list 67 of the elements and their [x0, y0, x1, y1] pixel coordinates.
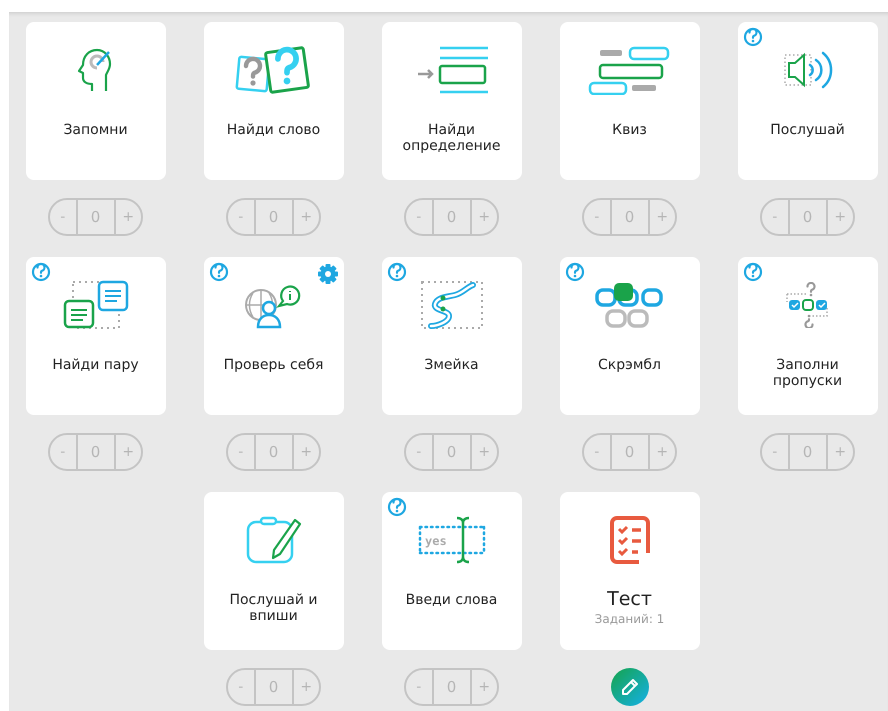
plus-button[interactable]: + — [472, 670, 497, 704]
plus-button[interactable]: + — [116, 435, 141, 469]
help-icon[interactable] — [30, 262, 50, 282]
plus-button[interactable]: + — [472, 200, 497, 234]
card-title: Заполни пропуски — [772, 357, 844, 389]
plus-button[interactable]: + — [650, 435, 675, 469]
minus-button[interactable]: - — [406, 435, 432, 469]
plus-button[interactable]: + — [828, 200, 853, 234]
quiz-blocks-icon — [588, 45, 672, 95]
help-icon[interactable] — [386, 497, 406, 517]
card-title: Найди определение — [402, 122, 502, 154]
activity-card[interactable]: Тест Заданий: 1 — [560, 492, 700, 650]
activity-card[interactable]: Послушай и впиши — [204, 492, 344, 650]
minus-button[interactable]: - — [50, 200, 76, 234]
minus-button[interactable]: - — [50, 435, 76, 469]
minus-button[interactable]: - — [584, 435, 610, 469]
card-title: Послушай и впиши — [228, 592, 319, 624]
card-title: Квиз — [612, 122, 647, 138]
tablet-pen-icon — [244, 515, 302, 565]
card-title: Запомни — [63, 122, 128, 138]
plus-button[interactable]: + — [294, 670, 319, 704]
activity-card[interactable]: yes Введи слова — [382, 492, 522, 650]
activity-card[interactable]: Найди пару — [26, 257, 166, 415]
help-icon[interactable] — [742, 27, 762, 47]
minus-button[interactable]: - — [228, 435, 254, 469]
plus-button[interactable]: + — [116, 200, 141, 234]
speaker-icon — [782, 49, 832, 91]
card-title: Найди пару — [52, 357, 139, 373]
help-icon[interactable] — [564, 262, 584, 282]
activity-card[interactable]: Найди слово — [204, 22, 344, 180]
activity-card[interactable]: Послушай — [738, 22, 878, 180]
card-title: Послушай — [770, 122, 845, 138]
card-title: Змейка — [424, 357, 479, 373]
activity-card[interactable]: Заполни пропуски — [738, 257, 878, 415]
minus-button[interactable]: - — [762, 200, 788, 234]
settings-icon[interactable] — [316, 263, 338, 285]
edit-button[interactable] — [610, 668, 648, 706]
card-title: Проверь себя — [224, 357, 324, 373]
card-title: Введи слова — [406, 592, 498, 608]
pencil-icon — [620, 678, 638, 696]
minus-button[interactable]: - — [406, 200, 432, 234]
activity-card[interactable]: Запомни — [26, 22, 166, 180]
minus-button[interactable]: - — [406, 670, 432, 704]
minus-button[interactable]: - — [228, 670, 254, 704]
activity-card[interactable]: Найди определение — [382, 22, 522, 180]
help-icon[interactable] — [386, 262, 406, 282]
help-icon[interactable] — [742, 262, 762, 282]
snake-icon — [418, 279, 484, 331]
activity-card[interactable]: Квиз — [560, 22, 700, 180]
help-icon[interactable] — [208, 262, 228, 282]
plus-button[interactable]: + — [472, 435, 497, 469]
plus-button[interactable]: + — [294, 435, 319, 469]
plus-button[interactable]: + — [828, 435, 853, 469]
letter-blocks-icon — [594, 280, 666, 330]
task-count: Заданий: 1 — [594, 612, 664, 626]
plus-button[interactable]: + — [294, 200, 319, 234]
minus-button[interactable]: - — [228, 200, 254, 234]
card-title: Тест — [607, 588, 652, 610]
card-title: Скрэмбл — [598, 357, 661, 373]
activity-card[interactable]: Проверь себя — [204, 257, 344, 415]
card-title: Найди слово — [226, 122, 320, 138]
minus-button[interactable]: - — [584, 200, 610, 234]
activity-card[interactable]: Змейка — [382, 257, 522, 415]
checklist-icon — [608, 515, 650, 565]
plus-button[interactable]: + — [650, 200, 675, 234]
minus-button[interactable]: - — [762, 435, 788, 469]
activity-card[interactable]: Скрэмбл — [560, 257, 700, 415]
